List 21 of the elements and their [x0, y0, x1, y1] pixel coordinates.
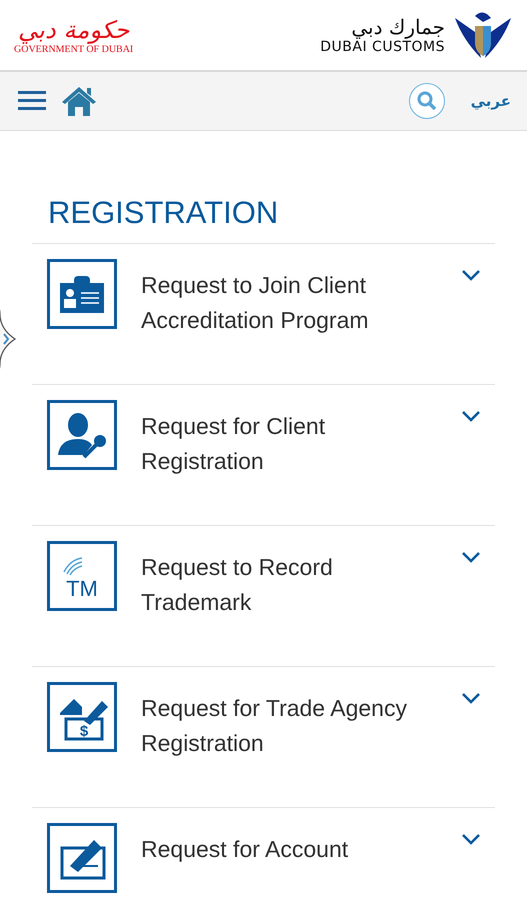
trademark-icon: TM: [47, 541, 117, 611]
home-icon[interactable]: [62, 86, 96, 116]
chevron-down-icon[interactable]: [461, 269, 481, 281]
badge-icon: [47, 259, 117, 329]
section-title: REGISTRATION: [48, 195, 280, 232]
agency-icon: $: [47, 682, 117, 752]
chevron-down-icon[interactable]: [461, 692, 481, 704]
menu-icon[interactable]: [18, 90, 46, 112]
service-title[interactable]: Request for Account: [141, 823, 437, 867]
search-button[interactable]: [408, 83, 445, 119]
language-link[interactable]: عربي: [470, 92, 511, 110]
service-title[interactable]: Request to Record Trademark: [141, 541, 437, 620]
service-title[interactable]: Request to Join Client Accreditation Program: [141, 259, 437, 338]
chevron-down-icon[interactable]: [461, 833, 481, 845]
user-key-icon: [47, 400, 117, 470]
service-title[interactable]: Request for Client Registration: [141, 400, 437, 479]
account-icon: [47, 823, 117, 893]
service-title[interactable]: Request for Trade Agency Registration: [141, 682, 437, 761]
chevron-down-icon[interactable]: [461, 410, 481, 422]
chevron-down-icon[interactable]: [461, 551, 481, 563]
search-icon: [416, 91, 437, 111]
